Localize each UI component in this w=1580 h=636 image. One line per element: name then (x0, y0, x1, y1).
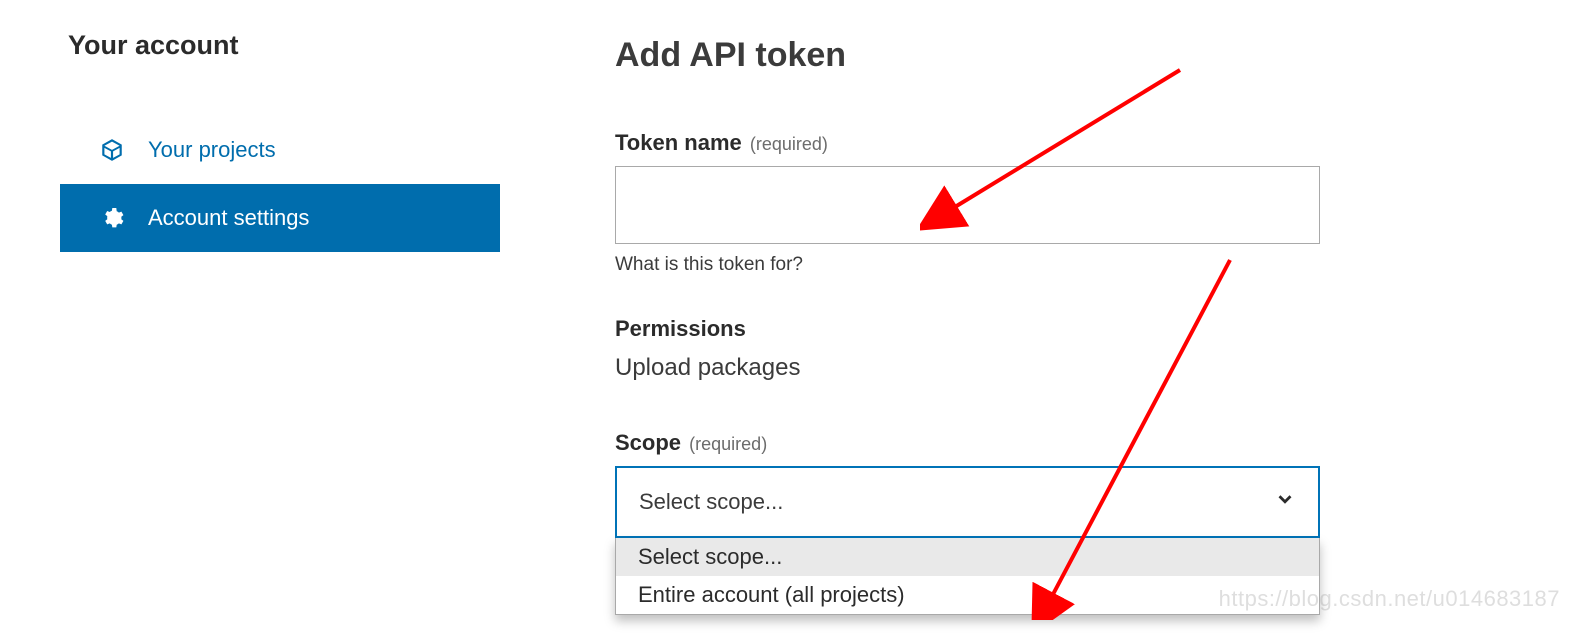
scope-select[interactable]: Select scope... (615, 466, 1320, 538)
chevron-down-icon (1274, 488, 1296, 516)
permissions-value: Upload packages (615, 354, 1320, 382)
sidebar-item-your-projects[interactable]: Your projects (60, 116, 500, 184)
scope-label: Scope (required) (615, 430, 1320, 456)
scope-option-entire-account[interactable]: Entire account (all projects) (616, 576, 1319, 614)
sidebar: Your account Your projects Account setti… (60, 30, 560, 538)
sidebar-item-label: Account settings (148, 205, 309, 231)
scope-dropdown: Select scope... Entire account (all proj… (615, 538, 1320, 615)
scope-select-wrapper: Select scope... Select scope... Entire a… (615, 466, 1320, 538)
cube-icon (98, 136, 126, 164)
token-name-label: Token name (required) (615, 130, 1320, 156)
page-title: Add API token (615, 36, 1320, 75)
token-name-input[interactable] (615, 166, 1320, 244)
scope-selected-value: Select scope... (639, 489, 783, 515)
token-name-help: What is this token for? (615, 254, 1320, 276)
permissions-label: Permissions (615, 316, 1320, 342)
watermark-text: https://blog.csdn.net/u014683187 (1219, 586, 1560, 612)
main-content: Add API token Token name (required) What… (560, 30, 1320, 538)
sidebar-title: Your account (60, 30, 500, 61)
scope-option-placeholder[interactable]: Select scope... (616, 538, 1319, 576)
sidebar-item-account-settings[interactable]: Account settings (60, 184, 500, 252)
sidebar-item-label: Your projects (148, 137, 276, 163)
gear-icon (98, 204, 126, 232)
